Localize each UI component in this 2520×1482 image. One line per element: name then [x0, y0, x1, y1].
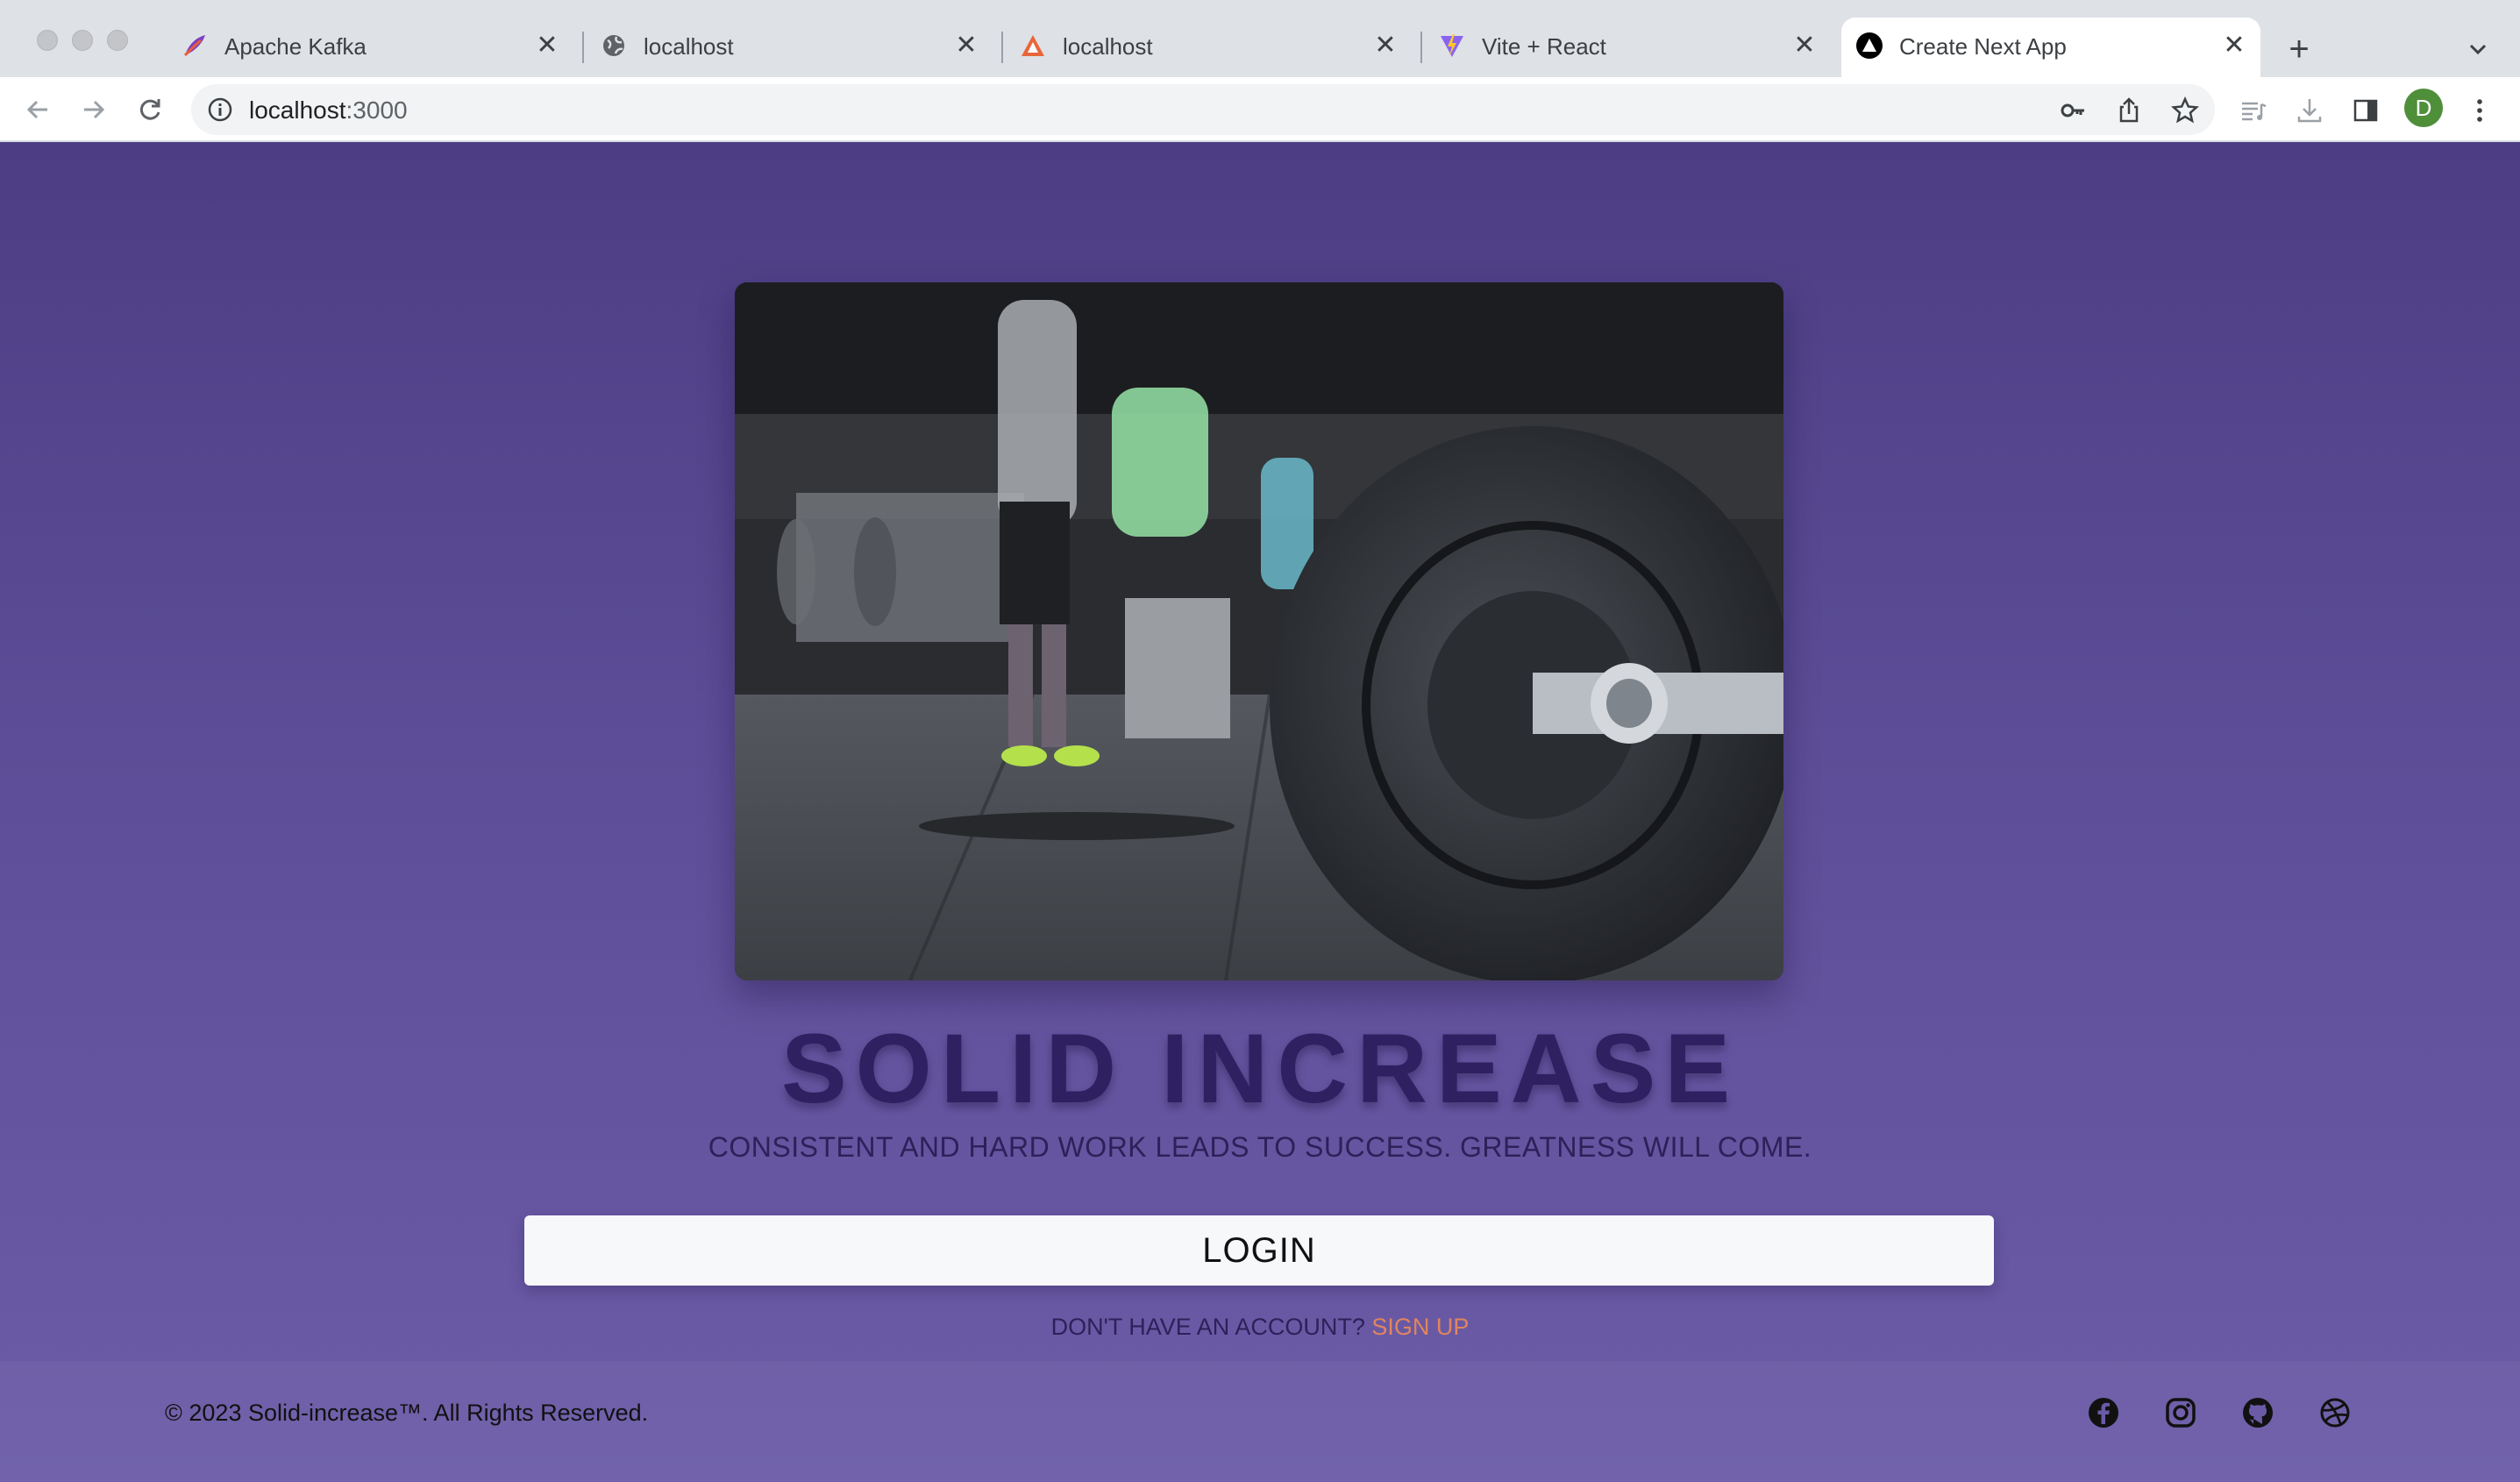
site-info-icon[interactable]: [207, 96, 233, 123]
tab-apache-kafka[interactable]: Apache Kafka ✕: [167, 18, 573, 77]
download-icon[interactable]: [2292, 93, 2327, 128]
globe-icon: [600, 32, 628, 60]
reading-list-icon[interactable]: [2236, 93, 2271, 128]
url-text: localhost:3000: [249, 96, 408, 124]
tab-title: Create Next App: [1899, 33, 2067, 60]
signup-link[interactable]: SIGN UP: [1371, 1314, 1469, 1340]
profile-avatar[interactable]: D: [2404, 89, 2443, 127]
browser-tab-strip: Apache Kafka ✕ localhost ✕ localhost ✕ V…: [0, 0, 2520, 77]
tab-title: Apache Kafka: [224, 33, 367, 60]
page-subtitle: CONSISTENT AND HARD WORK LEADS TO SUCCES…: [708, 1131, 1812, 1163]
bookmark-star-icon[interactable]: [2169, 95, 2201, 126]
instagram-icon[interactable]: [2162, 1394, 2199, 1431]
gym-barbell-illustration: [735, 282, 1783, 980]
triangle-logo-icon: [1019, 32, 1047, 60]
new-tab-button[interactable]: +: [2280, 30, 2318, 68]
tab-create-next-app[interactable]: Create Next App ✕: [1841, 18, 2260, 77]
tab-localhost-2[interactable]: localhost ✕: [1005, 18, 1412, 77]
tab-title: localhost: [1063, 33, 1153, 60]
reload-icon[interactable]: [130, 89, 170, 130]
signup-prompt-text: DON'T HAVE AN ACCOUNT?: [1050, 1314, 1365, 1340]
maximize-window-button[interactable]: [107, 30, 128, 51]
page-content: SOLID INCREASE CONSISTENT AND HARD WORK …: [0, 142, 2520, 1482]
vite-logo-icon: [1438, 32, 1466, 60]
tab-close-icon[interactable]: ✕: [2218, 30, 2250, 61]
login-button[interactable]: LOGIN: [524, 1215, 1994, 1286]
back-arrow-icon[interactable]: [18, 89, 58, 130]
footer-copyright: © 2023 Solid-increase™. All Rights Reser…: [165, 1400, 649, 1426]
tab-separator: [1420, 32, 1422, 63]
tab-title: localhost: [644, 33, 734, 60]
more-menu-icon[interactable]: [2462, 93, 2497, 128]
nextjs-logo-icon: [1855, 32, 1883, 60]
tab-close-icon[interactable]: ✕: [1789, 30, 1820, 61]
tab-separator: [582, 32, 584, 63]
kafka-feather-icon: [181, 32, 209, 60]
key-icon[interactable]: [2057, 95, 2089, 126]
signup-prompt: DON'T HAVE AN ACCOUNT? SIGN UP: [0, 1314, 2520, 1341]
tab-close-icon[interactable]: ✕: [1370, 30, 1401, 61]
tab-title: Vite + React: [1482, 33, 1606, 60]
tab-close-icon[interactable]: ✕: [531, 30, 563, 61]
close-window-button[interactable]: [37, 30, 58, 51]
browser-toolbar: localhost:3000: [0, 77, 2520, 142]
forward-arrow-icon[interactable]: [74, 89, 114, 130]
side-panel-icon[interactable]: [2348, 93, 2383, 128]
share-icon[interactable]: [2113, 95, 2145, 126]
tab-separator: [1001, 32, 1003, 63]
tab-localhost-1[interactable]: localhost ✕: [586, 18, 993, 77]
page-title: SOLID INCREASE: [780, 1014, 1740, 1123]
dribbble-icon[interactable]: [2317, 1394, 2353, 1431]
tab-vite-react[interactable]: Vite + React ✕: [1424, 18, 1831, 77]
hero-gym-image: [735, 282, 1783, 980]
github-icon[interactable]: [2239, 1394, 2276, 1431]
address-bar[interactable]: localhost:3000: [191, 84, 2215, 135]
facebook-icon[interactable]: [2085, 1394, 2122, 1431]
tab-search-chevron-icon[interactable]: [2462, 33, 2494, 65]
tab-close-icon[interactable]: ✕: [950, 30, 982, 61]
minimize-window-button[interactable]: [72, 30, 93, 51]
